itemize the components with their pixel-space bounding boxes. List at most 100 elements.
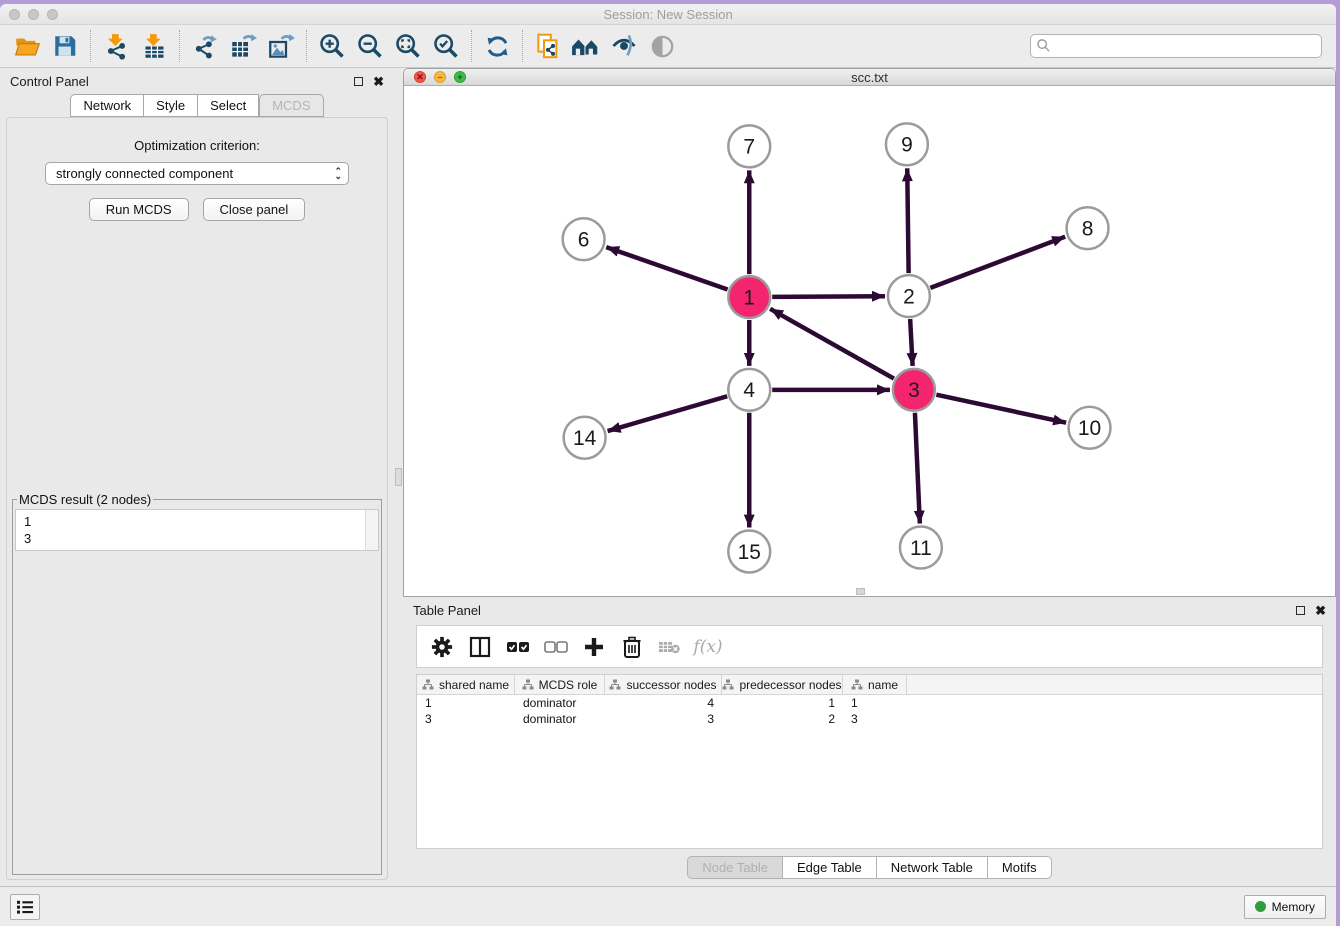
graph-edge-4-14[interactable] <box>608 396 728 431</box>
mcds-result-title: MCDS result (2 nodes) <box>17 492 153 507</box>
column-header-MCDS-role[interactable]: MCDS role <box>515 675 605 694</box>
graph-edge-1-2[interactable] <box>772 296 885 297</box>
control-panel-tabs: NetworkStyleSelectMCDS <box>0 94 394 117</box>
splitter-handle[interactable] <box>395 468 402 486</box>
export-network-icon <box>192 33 219 60</box>
import-network-icon <box>103 33 130 60</box>
table-row[interactable]: 1dominator411 <box>417 695 1322 711</box>
export-image-button[interactable] <box>262 28 300 64</box>
graph-node-label-3: 3 <box>908 379 920 402</box>
apply-layout-button[interactable] <box>478 28 516 64</box>
select-all-columns-button[interactable] <box>501 630 535 664</box>
mcds-result-text[interactable]: 13 <box>15 509 379 551</box>
control-panel-title: Control Panel <box>10 74 89 89</box>
show-tasks-button[interactable] <box>10 894 40 920</box>
function-builder-button[interactable]: f(x) <box>691 630 725 664</box>
create-column-button[interactable] <box>577 630 611 664</box>
tab-motifs[interactable]: Motifs <box>988 856 1052 879</box>
optimization-dropdown[interactable]: strongly connected component ⌃⌄ <box>45 162 349 185</box>
table-row[interactable]: 3dominator323 <box>417 711 1322 727</box>
graph-node-label-6: 6 <box>578 229 590 252</box>
hierarchy-icon <box>522 679 534 691</box>
import-network-button[interactable] <box>97 28 135 64</box>
table-cell[interactable]: dominator <box>515 711 605 727</box>
memory-button[interactable]: Memory <box>1244 895 1326 919</box>
table-cell[interactable]: 3 <box>605 711 722 727</box>
tab-select[interactable]: Select <box>198 94 259 117</box>
show-networks-button[interactable] <box>567 28 605 64</box>
table-cell[interactable]: 1 <box>417 695 515 711</box>
graph-edge-2-9[interactable] <box>907 168 908 273</box>
refresh-icon <box>484 33 511 60</box>
column-header-name[interactable]: name <box>843 675 907 694</box>
float-panel-icon[interactable] <box>354 77 363 86</box>
result-scrollbar[interactable] <box>365 510 378 550</box>
copy-network-icon <box>535 33 562 60</box>
close-panel-button[interactable]: Close panel <box>203 198 306 221</box>
column-header-predecessor-nodes[interactable]: predecessor nodes <box>722 675 843 694</box>
graph-edge-3-1[interactable] <box>770 309 894 379</box>
tab-node-table[interactable]: Node Table <box>687 856 783 879</box>
graph-edge-3-11[interactable] <box>915 413 920 524</box>
hierarchy-icon <box>609 679 621 691</box>
import-table-button[interactable] <box>135 28 173 64</box>
table-cell[interactable]: 4 <box>605 695 722 711</box>
eye-disabled-button[interactable] <box>643 28 681 64</box>
graph-edge-2-8[interactable] <box>930 237 1065 288</box>
zoom-fit-button[interactable] <box>389 28 427 64</box>
graph-node-label-1: 1 <box>743 286 755 309</box>
zoom-in-button[interactable] <box>313 28 351 64</box>
import-table-icon <box>141 33 168 60</box>
main-toolbar <box>0 25 1336 68</box>
table-cell[interactable]: 1 <box>843 695 907 711</box>
tab-edge-table[interactable]: Edge Table <box>783 856 877 879</box>
column-header-successor-nodes[interactable]: successor nodes <box>605 675 722 694</box>
hide-details-button[interactable] <box>605 28 643 64</box>
float-table-panel-icon[interactable] <box>1296 606 1305 615</box>
table-settings-button[interactable] <box>425 630 459 664</box>
deselect-all-columns-button[interactable] <box>539 630 573 664</box>
export-table-button[interactable] <box>224 28 262 64</box>
table-cell[interactable]: dominator <box>515 695 605 711</box>
graph-edge-1-6[interactable] <box>606 247 727 289</box>
table-cell[interactable]: 2 <box>722 711 843 727</box>
table-cell[interactable]: 3 <box>417 711 515 727</box>
table-body: 1dominator4113dominator323 <box>417 695 1322 727</box>
search-input[interactable] <box>1030 34 1322 58</box>
zoom-out-button[interactable] <box>351 28 389 64</box>
mcds-result-group: MCDS result (2 nodes) 13 <box>12 492 382 875</box>
network-canvas[interactable]: 7968124314101511 <box>404 86 1335 596</box>
run-mcds-button[interactable]: Run MCDS <box>89 198 189 221</box>
delete-column-button[interactable] <box>615 630 649 664</box>
control-panel: Control Panel ✖ NetworkStyleSelectMCDS O… <box>0 68 394 886</box>
delete-table-button[interactable] <box>653 630 687 664</box>
search-icon <box>1036 38 1051 53</box>
fx-icon: f(x) <box>693 637 722 657</box>
table-cell[interactable]: 1 <box>722 695 843 711</box>
tab-network-table[interactable]: Network Table <box>877 856 988 879</box>
tab-mcds[interactable]: MCDS <box>259 94 323 117</box>
graph-edge-3-10[interactable] <box>936 395 1066 423</box>
tab-network[interactable]: Network <box>70 94 144 117</box>
table-cell[interactable]: 3 <box>843 711 907 727</box>
optimization-label: Optimization criterion: <box>7 138 387 153</box>
show-column-panel-button[interactable] <box>463 630 497 664</box>
network-graph[interactable]: 7968124314101511 <box>404 86 1335 596</box>
table-tabs: Node TableEdge TableNetwork TableMotifs <box>403 849 1336 886</box>
graph-edge-2-3[interactable] <box>910 319 912 366</box>
panel-splitter[interactable] <box>394 68 403 886</box>
app-titlebar: Session: New Session <box>0 4 1336 25</box>
table-toolbar: f(x) <box>416 625 1323 668</box>
export-network-button[interactable] <box>186 28 224 64</box>
zoom-selected-button[interactable] <box>427 28 465 64</box>
canvas-hscroll-thumb[interactable] <box>856 588 865 595</box>
close-panel-icon[interactable]: ✖ <box>373 75 384 88</box>
search-box <box>1030 34 1322 58</box>
close-table-panel-icon[interactable]: ✖ <box>1315 604 1326 617</box>
column-header-shared-name[interactable]: shared name <box>417 675 515 694</box>
toolbar-separator <box>522 30 523 62</box>
open-session-button[interactable] <box>8 28 46 64</box>
save-session-button[interactable] <box>46 28 84 64</box>
clone-network-button[interactable] <box>529 28 567 64</box>
tab-style[interactable]: Style <box>144 94 198 117</box>
